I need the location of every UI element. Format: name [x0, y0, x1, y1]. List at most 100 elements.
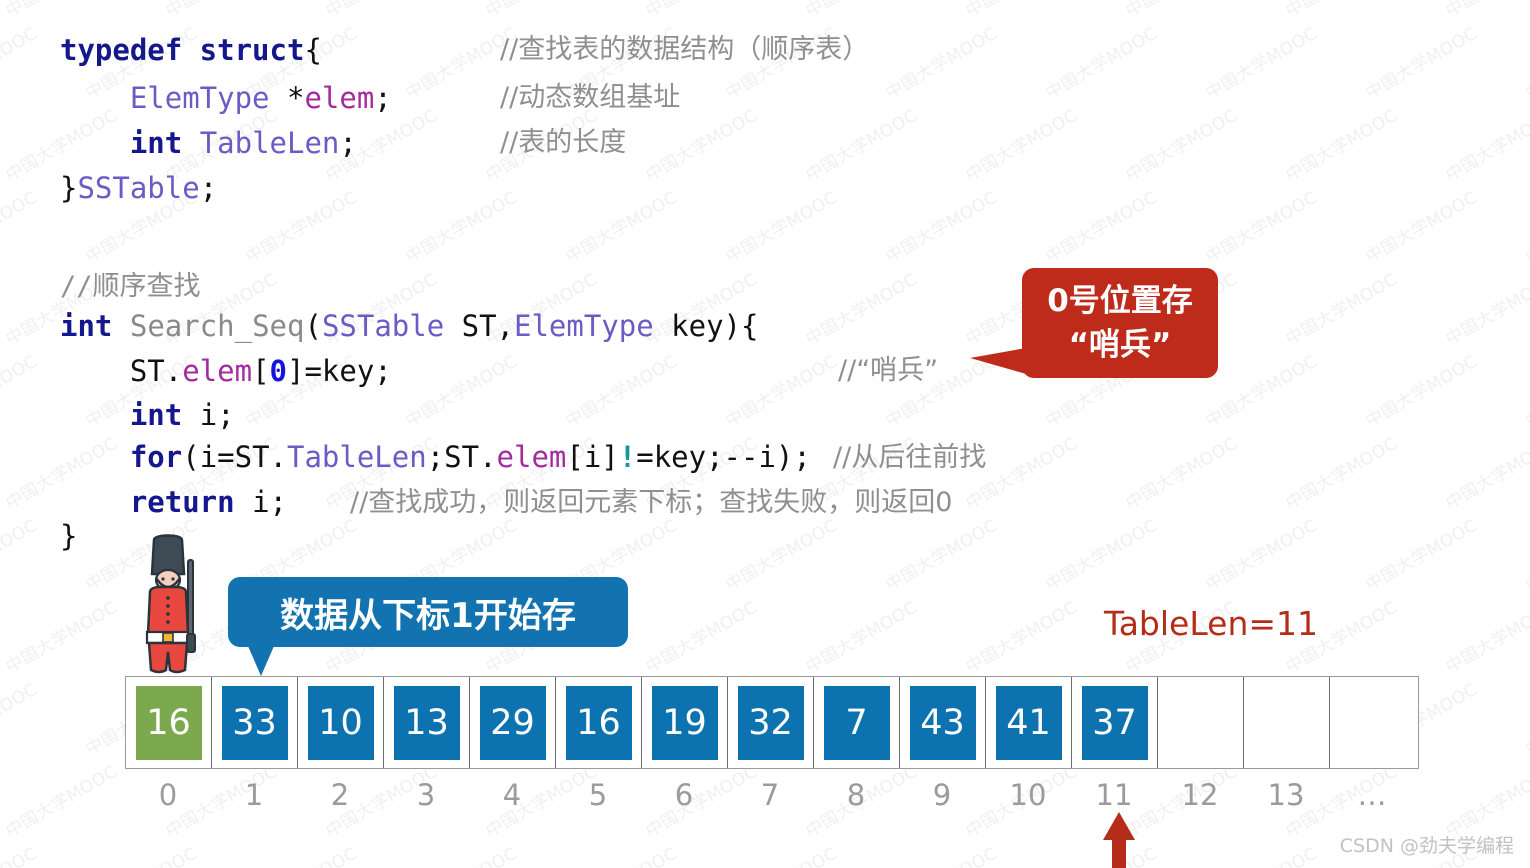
array-cell[interactable]: 13	[384, 677, 470, 768]
watermark-text: 中国大学MOOC	[642, 597, 762, 678]
code-token-kw: int	[60, 309, 113, 343]
watermark-text: 中国大学MOOC	[480, 0, 602, 22]
array-cell[interactable]: 37	[1072, 677, 1158, 768]
watermark-text: 中国大学MOOC	[1440, 0, 1530, 22]
array-cell-sentinel: 16	[135, 685, 202, 760]
line-typedef: typedef struct{	[60, 35, 322, 65]
code-token-pl: i;	[234, 485, 287, 519]
array-index-row: 0 1 2 3 4 5 6 7 8 9 10 11 12 13…	[125, 778, 1419, 812]
watermark-text: 中国大学MOOC	[1280, 0, 1402, 22]
watermark-text: 中国大学MOOC	[160, 0, 282, 22]
array-cell-value: 32	[737, 685, 804, 760]
up-arrow-icon	[1101, 812, 1137, 868]
blue-callout-index-start: 数据从下标1开始存	[228, 577, 628, 647]
watermark-text: 中国大学MOOC	[1522, 515, 1530, 596]
array-cell[interactable]: 10	[298, 677, 384, 768]
array-cell[interactable]: 7	[814, 677, 900, 768]
watermark-text: 中国大学MOOC	[0, 351, 42, 432]
code-token-pl: ;	[339, 126, 357, 160]
array-cell[interactable]: 16	[556, 677, 642, 768]
array-index-label: 7	[760, 778, 780, 812]
watermark-text: 中国大学MOOC	[1362, 351, 1482, 432]
line-typedef-comment: //查找表的数据结构（顺序表）	[500, 34, 870, 65]
watermark-text: 中国大学MOOC	[1282, 105, 1402, 186]
array-cell-value: 7	[823, 685, 890, 760]
line-tablelen-comment: //表的长度	[500, 127, 627, 158]
code-token-typ: SSTable	[77, 171, 200, 205]
code-token-typ: SSTable	[321, 309, 445, 343]
watermark-text: 中国大学MOOC	[642, 105, 762, 186]
array-cell[interactable]: 32	[728, 677, 814, 768]
array-cell[interactable]	[1330, 677, 1416, 768]
array-index-label: 13	[1267, 778, 1305, 812]
watermark-text: 中国大学MOOC	[882, 23, 1002, 104]
watermark-text: 中国大学MOOC	[722, 351, 842, 432]
watermark-text: 中国大学MOOC	[0, 515, 42, 596]
array-cell[interactable]	[1244, 677, 1330, 768]
watermark-text: 中国大学MOOC	[1442, 597, 1530, 678]
watermark-text: 中国大学MOOC	[722, 515, 842, 596]
line-elemtype-comment: //动态数组基址	[500, 82, 681, 113]
watermark-text: 中国大学MOOC	[562, 351, 682, 432]
array-cell[interactable]: 29	[470, 677, 556, 768]
code-token-op: !	[618, 440, 637, 474]
watermark-text: 中国大学MOOC	[1042, 515, 1162, 596]
array-cell[interactable]: 41	[986, 677, 1072, 768]
blue-callout-tail	[248, 646, 274, 676]
code-token-kw: return	[129, 485, 235, 519]
watermark-text: 中国大学MOOC	[1362, 23, 1482, 104]
watermark-text: 中国大学MOOC	[1122, 105, 1242, 186]
array-table: 16 33 10 13 29 16 19 32 7 43 41 37	[125, 676, 1419, 769]
watermark-text: 中国大学MOOC	[1282, 269, 1402, 350]
array-cell-value: 41	[995, 685, 1062, 760]
code-token-pl: ST,	[444, 309, 514, 343]
watermark-text: 中国大学MOOC	[1202, 187, 1322, 268]
watermark-text: 中国大学MOOC	[1522, 351, 1530, 432]
array-cell[interactable]: 33	[212, 677, 298, 768]
code-token-typ: ElemType	[129, 81, 270, 115]
watermark-text: 中国大学MOOC	[320, 0, 442, 22]
watermark-text: 中国大学MOOC	[242, 187, 362, 268]
watermark-text: 中国大学MOOC	[2, 597, 122, 678]
watermark-text: 中国大学MOOC	[560, 839, 682, 868]
watermark-text: 中国大学MOOC	[882, 515, 1002, 596]
tablelen-label: TableLen=11	[1104, 604, 1319, 643]
code-token-kw: typedef struct	[60, 33, 305, 67]
line-tablelen: int TableLen;	[60, 128, 357, 158]
code-token-pl: ;	[374, 81, 392, 115]
code-token-pl: [i]	[566, 440, 619, 474]
watermark-text: 中国大学MOOC	[1520, 839, 1530, 868]
watermark-text: 中国大学MOOC	[1042, 23, 1162, 104]
code-token-typ: ElemType	[514, 309, 654, 343]
watermark-text: 中国大学MOOC	[0, 23, 42, 104]
code-token-pl: key){	[653, 309, 759, 343]
array-cell[interactable]: 43	[900, 677, 986, 768]
array-cell-value: 16	[565, 685, 632, 760]
line-return: return i;	[60, 487, 287, 517]
code-token-mag: elem	[182, 354, 253, 388]
array-cell-value: 10	[307, 685, 374, 760]
watermark-text: 中国大学MOOC	[1282, 433, 1402, 514]
watermark-text: 中国大学MOOC	[402, 351, 522, 432]
array-index-label: 2	[330, 778, 350, 812]
line-return-comment: //查找成功，则返回元素下标；查找失败，则返回0	[350, 487, 953, 518]
watermark-text: 中国大学MOOC	[1522, 187, 1530, 268]
array-index-label: 12	[1181, 778, 1219, 812]
watermark-text: 中国大学MOOC	[0, 0, 122, 22]
array-cell-value: 29	[479, 685, 546, 760]
array-index-label: 5	[588, 778, 608, 812]
watermark-text: 中国大学MOOC	[962, 105, 1082, 186]
watermark-text: 中国大学MOOC	[1120, 0, 1242, 22]
red-callout-line-1: 0号位置存	[1047, 283, 1193, 319]
code-token-typ: TableLen	[287, 440, 427, 474]
code-token-kw: for	[129, 440, 183, 474]
array-cell[interactable]: 19	[642, 677, 728, 768]
line-for-loop-comment: //从后往前找	[833, 442, 987, 473]
code-token-pl: (	[304, 309, 322, 343]
array-cell[interactable]	[1158, 677, 1244, 768]
line-sentinel-assign: ST.elem[0]=key;	[60, 356, 392, 386]
watermark-text: 中国大学MOOC	[562, 187, 682, 268]
array-cell[interactable]: 16	[126, 677, 212, 768]
code-token-pl: ST.	[60, 354, 183, 388]
